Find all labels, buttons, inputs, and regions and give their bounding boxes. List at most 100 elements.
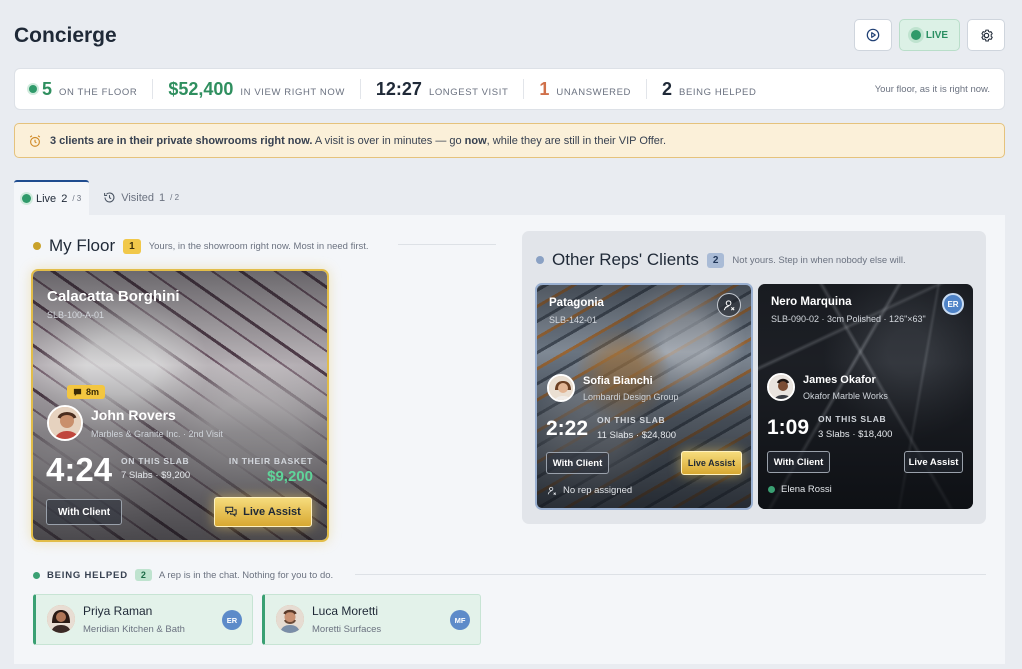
visit-timer: 1:09 [767, 416, 810, 439]
live-status-dot [910, 30, 921, 40]
history-icon [104, 192, 115, 203]
stat-label: LONGEST VISIT [428, 87, 509, 98]
with-client-button[interactable]: With Client [46, 499, 122, 525]
stats-note: Your floor, as it is right now. [874, 83, 990, 95]
section-desc: Yours, in the showroom right now. Most i… [148, 240, 369, 252]
gear-icon [980, 29, 993, 41]
stat-on-floor: 5 ON THE FLOOR [29, 79, 154, 99]
on-slab-value: 7 Slabs · $9,200 [121, 470, 191, 481]
live-dot [22, 194, 31, 203]
stat-longest-visit: 12:27 LONGEST VISIT [375, 79, 525, 99]
chat-wait-time: 8m [86, 387, 100, 397]
other-reps-header: Other Reps' Clients 2 Not yours. Step in… [536, 250, 906, 270]
unassigned-rep-indicator [717, 293, 741, 317]
rep-online-dot [768, 486, 775, 493]
count-badge: 1 [123, 238, 141, 254]
stat-value: 12:27 [375, 79, 422, 99]
on-slab-label: ON THIS SLAB [597, 415, 666, 425]
stat-label: IN VIEW RIGHT NOW [240, 87, 345, 98]
being-helped-header: BEING HELPED 2 A rep is in the chat. Not… [33, 569, 333, 581]
client-company: Lombardi Design Group [583, 392, 679, 402]
helped-client-priya-raman[interactable]: Priya Raman Meridian Kitchen & Bath ER [33, 594, 253, 645]
live-assist-button[interactable]: Live Assist [214, 497, 312, 527]
tab-label: Live [36, 192, 57, 205]
my-floor-header: My Floor 1 Yours, in the showroom right … [33, 236, 369, 256]
section-dot [33, 571, 40, 579]
stat-being-helped: 2 BEING HELPED [662, 79, 771, 99]
basket-value: $9,200 [267, 468, 313, 485]
live-panel: My Floor 1 Yours, in the showroom right … [14, 215, 1005, 664]
live-dot [29, 85, 37, 93]
section-dot [33, 242, 41, 250]
tab-live[interactable]: Live 2 / 3 [14, 180, 90, 215]
stat-value: $52,400 [168, 79, 234, 99]
client-avatar [767, 373, 795, 401]
client-name: Sofia Bianchi [583, 375, 653, 387]
client-company: Marbles & Granite Inc. · 2nd Visit [91, 429, 223, 439]
tab-label: Visited [121, 191, 155, 204]
view-tabs: Live 2 / 3 Visited 1 / 2 [14, 180, 187, 215]
client-avatar [47, 605, 75, 633]
top-actions: LIVE [854, 19, 1005, 51]
client-avatar [276, 605, 304, 633]
basket-label: IN THEIR BASKET [228, 456, 313, 466]
client-company: Meridian Kitchen & Bath [83, 624, 185, 635]
with-client-button[interactable]: With Client [767, 451, 830, 473]
chat-bubbles-icon [225, 506, 237, 517]
alert-text: 3 clients are in their private showrooms… [50, 134, 667, 147]
user-x-icon [723, 299, 735, 311]
slab-name: Calacatta Borghini [47, 288, 180, 305]
stat-label: BEING HELPED [679, 87, 757, 98]
tab-count: 1 [159, 191, 166, 204]
section-title: My Floor [49, 236, 116, 255]
tab-total: / 3 [72, 194, 82, 203]
client-name: Luca Moretti [312, 604, 379, 618]
play-circle-icon [866, 28, 880, 42]
live-assist-button[interactable]: Live Assist [681, 451, 742, 475]
slab-id: SLB-090-02 · 3cm Polished · 126"×63" [771, 314, 926, 324]
count-badge: 2 [706, 252, 725, 268]
stat-in-view: $52,400 IN VIEW RIGHT NOW [168, 79, 361, 99]
client-card-james-okafor[interactable]: Nero Marquina SLB-090-02 · 3cm Polished … [758, 284, 973, 509]
on-slab-value: 3 Slabs · $18,400 [818, 429, 893, 440]
tab-visited[interactable]: Visited 1 / 2 [89, 180, 187, 215]
settings-button[interactable] [967, 19, 1005, 51]
rep-badge: MF [450, 610, 470, 630]
rep-badge: ER [222, 610, 242, 630]
section-desc: Not yours. Step in when nobody else will… [732, 254, 906, 266]
slab-name: Patagonia [549, 297, 604, 309]
assigned-rep: Elena Rossi [768, 484, 832, 495]
live-assist-button[interactable]: Live Assist [904, 451, 963, 473]
client-card-john-rovers[interactable]: Calacatta Borghini SLB-100-A-01 8m John … [31, 269, 329, 542]
client-card-sofia-bianchi[interactable]: Patagonia SLB-142-01 Sofia Bianchi Lomba… [535, 283, 753, 510]
tab-total: / 2 [170, 193, 180, 202]
client-company: Okafor Marble Works [803, 391, 888, 401]
with-client-button[interactable]: With Client [546, 452, 609, 474]
slab-name: Nero Marquina [771, 296, 852, 308]
client-name: James Okafor [803, 374, 876, 386]
other-reps-panel: Other Reps' Clients 2 Not yours. Step in… [522, 231, 986, 524]
slab-id: SLB-142-01 [549, 315, 598, 325]
rep-assignment-status: No rep assigned [547, 485, 632, 496]
chat-wait-badge: 8m [67, 385, 106, 399]
assigned-rep-badge: ER [942, 293, 964, 315]
live-label: LIVE [925, 29, 949, 41]
stat-label: ON THE FLOOR [59, 87, 138, 98]
client-avatar [547, 374, 575, 402]
client-avatar [47, 405, 83, 441]
user-icon [547, 486, 557, 495]
section-dot [536, 256, 544, 264]
play-button[interactable] [854, 19, 892, 51]
assigned-rep-name: Elena Rossi [781, 484, 832, 495]
live-toggle-button[interactable]: LIVE [899, 19, 960, 51]
live-assist-label: Live Assist [243, 506, 301, 518]
client-name: John Rovers [91, 407, 176, 423]
stat-label: UNANSWERED [556, 87, 631, 98]
helped-client-luca-moretti[interactable]: Luca Moretti Moretti Surfaces MF [262, 594, 481, 645]
section-desc: A rep is in the chat. Nothing for you to… [158, 569, 334, 581]
client-company: Moretti Surfaces [312, 624, 382, 635]
stat-value: 2 [662, 79, 673, 99]
section-divider [398, 244, 496, 245]
stat-value: 1 [539, 79, 550, 99]
visit-timer: 2:22 [546, 417, 589, 440]
